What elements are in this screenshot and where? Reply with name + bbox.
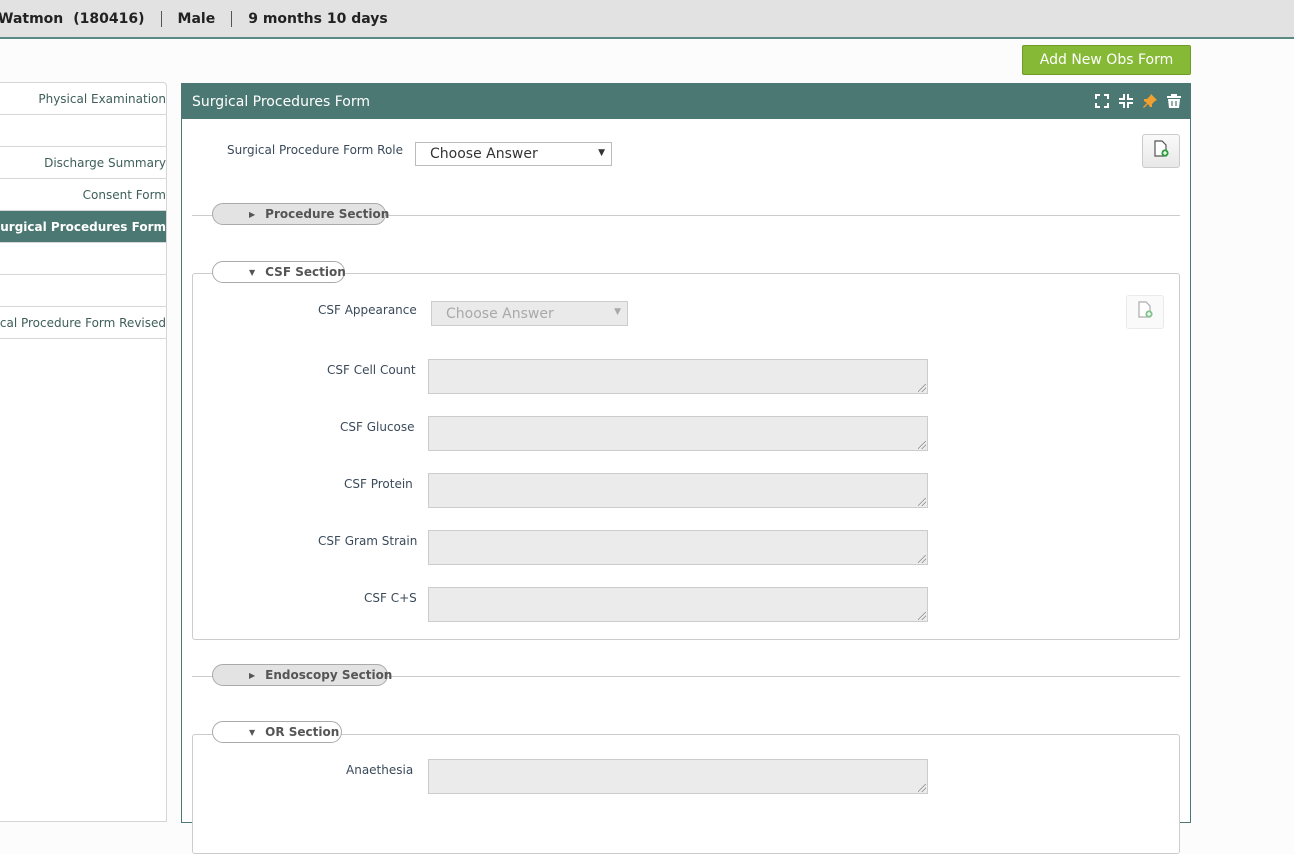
csf-protein-input[interactable] [428, 473, 928, 508]
caret-down-icon: ▼ [249, 727, 256, 737]
form-role-label: Surgical Procedure Form Role [227, 143, 404, 157]
caret-right-icon: ▶ [249, 670, 256, 680]
csf-cell-count-input[interactable] [428, 359, 928, 394]
csf-cell-count-label: CSF Cell Count [327, 363, 416, 377]
sidebar-item-surgical-procedure-form-revised[interactable]: Surgical Procedure Form Revised [0, 307, 166, 339]
add-note-button[interactable] [1142, 134, 1180, 168]
caret-down-icon: ▼ [249, 267, 256, 277]
expand-icon[interactable] [1094, 93, 1110, 109]
anaesthesia-input[interactable] [428, 759, 928, 794]
panel-header-actions [1094, 93, 1182, 109]
panel-header: Surgical Procedures Form [182, 84, 1190, 119]
or-section-box: Anaethesia [192, 734, 1180, 854]
panel-title: Surgical Procedures Form [192, 93, 371, 110]
procedure-section-toggle[interactable]: ▶ Procedure Section [212, 203, 389, 225]
csf-protein-label: CSF Protein [344, 477, 413, 491]
dropdown-caret-icon: ▼ [614, 307, 621, 317]
pin-icon[interactable] [1142, 93, 1158, 109]
sidebar-item-physical-examination[interactable]: Physical Examination [0, 83, 166, 115]
sidebar-item-consent-form[interactable]: Consent Form [0, 179, 166, 211]
patient-header: Watmon (180416) Male 9 months 10 days [0, 0, 1294, 39]
endoscopy-section-toggle[interactable]: ▶ Endoscopy Section [212, 664, 392, 686]
patient-age: 9 months 10 days [248, 10, 388, 27]
caret-right-icon: ▶ [249, 209, 256, 219]
form-role-select[interactable]: Choose Answer ▼ [415, 142, 612, 166]
header-divider [231, 10, 233, 27]
collapse-icon[interactable] [1118, 93, 1134, 109]
sidebar-item-surgical-procedures-form[interactable]: Surgical Procedures Form [0, 211, 166, 243]
or-section-toggle[interactable]: ▼ OR Section [212, 721, 342, 743]
sidebar-item[interactable] [0, 115, 166, 147]
anaesthesia-label: Anaethesia [346, 763, 414, 777]
csf-appearance-label: CSF Appearance [318, 303, 417, 317]
delete-icon[interactable] [1166, 93, 1182, 109]
sidebar-item[interactable] [0, 275, 166, 307]
dropdown-caret-icon: ▼ [598, 148, 605, 158]
csf-glucose-label: CSF Glucose [340, 420, 415, 434]
csf-section-toggle[interactable]: ▼ CSF Section [212, 261, 346, 283]
patient-name: Watmon [0, 10, 64, 27]
patient-id: (180416) [73, 10, 145, 27]
header-divider [160, 10, 162, 27]
csf-glucose-input[interactable] [428, 416, 928, 451]
csf-add-note-button[interactable] [1126, 295, 1164, 329]
form-list-sidebar: Physical Examination Discharge Summary C… [0, 82, 167, 822]
csf-gram-strain-label: CSF Gram Strain [318, 534, 418, 548]
csf-cs-input[interactable] [428, 587, 928, 622]
surgical-procedures-form-panel: Surgical Procedures Form Surgical Proced… [181, 83, 1191, 854]
patient-gender: Male [177, 10, 216, 27]
add-new-obs-form-button[interactable]: Add New Obs Form [1022, 45, 1191, 75]
csf-section-box: CSF Appearance Choose Answer ▼ CSF Cell … [192, 273, 1180, 640]
csf-appearance-select[interactable]: Choose Answer ▼ [431, 301, 628, 326]
sidebar-item-discharge-summary[interactable]: Discharge Summary [0, 147, 166, 179]
add-note-icon [1152, 139, 1170, 163]
add-note-icon [1136, 300, 1154, 324]
sidebar-item[interactable] [0, 243, 166, 275]
csf-cs-label: CSF C+S [364, 591, 417, 605]
csf-gram-strain-input[interactable] [428, 530, 928, 565]
